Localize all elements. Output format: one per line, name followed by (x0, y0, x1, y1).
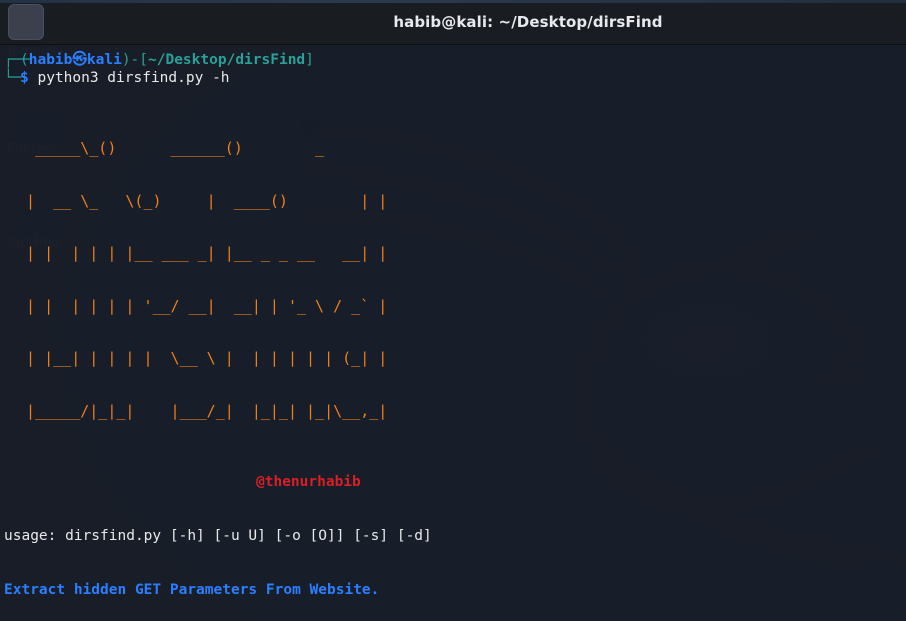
prompt-close-paren: ) (121, 52, 131, 68)
banner-line: _____\_() ______() _ (8, 139, 334, 157)
prompt-close-bracket: ] (305, 52, 314, 68)
command-text: python3 dirsfind.py -h (37, 70, 230, 86)
prompt-line-command: └─$ python3 dirsfind.py -h (0, 69, 906, 87)
ascii-art-banner: _____\_() ______() _ | __ \_ \(_) | ____… (0, 105, 906, 455)
prompt-dollar: $ (20, 70, 29, 86)
prompt-open-paren: ( (20, 52, 29, 68)
author-credit-text: @thenurhabib (256, 474, 361, 490)
author-credit: @thenurhabib (0, 473, 906, 491)
banner-line: | | | | | | '__/ __| __| | '_ \ / _` | (8, 296, 388, 315)
terminal-output-area[interactable]: ┌──(habib㉿kali)-[~/Desktop/dirsFind] └─$… (0, 45, 906, 621)
banner-line: | | | | | |__ ___ _| |__ _ _ __ __| | (8, 244, 388, 262)
prompt-at-icon: ㉿ (72, 52, 87, 68)
terminal-window: habib@kali: ~/Desktop/dirsFind ┌──(habib… (0, 0, 906, 621)
banner-line: | __ \_ \(_) | ____() | | (8, 191, 388, 210)
window-title: habib@kali: ~/Desktop/dirsFind (393, 13, 663, 31)
prompt-corner-top-icon: ┌── (4, 52, 31, 68)
prompt-corner-bottom-icon: └─ (4, 70, 22, 86)
terminal-titlebar[interactable]: habib@kali: ~/Desktop/dirsFind (0, 0, 906, 45)
prompt-open-bracket: [ (139, 52, 149, 68)
prompt-line-top: ┌──(habib㉿kali)-[~/Desktop/dirsFind] (0, 51, 906, 69)
prompt-user: habib (28, 52, 73, 68)
description-line: Extract hidden GET Parameters From Websi… (4, 582, 380, 598)
screen: Templat- Folders dirsFind habib@kali: ~/… (0, 0, 906, 621)
prompt-dash: - (130, 52, 140, 68)
banner-line: |_____/|_|_| |___/_| |_|_| |_|\__,_| (8, 401, 388, 420)
usage-line: usage: dirsfind.py [-h] [-u U] [-o [O]] … (4, 528, 432, 544)
prompt-path: ~/Desktop/dirsFind (148, 52, 306, 68)
terminal-tab-button[interactable] (8, 4, 44, 40)
banner-line: | |__| | | | | \__ \ | | | | | | (_| | (8, 349, 388, 367)
prompt-host: kali (86, 52, 122, 68)
